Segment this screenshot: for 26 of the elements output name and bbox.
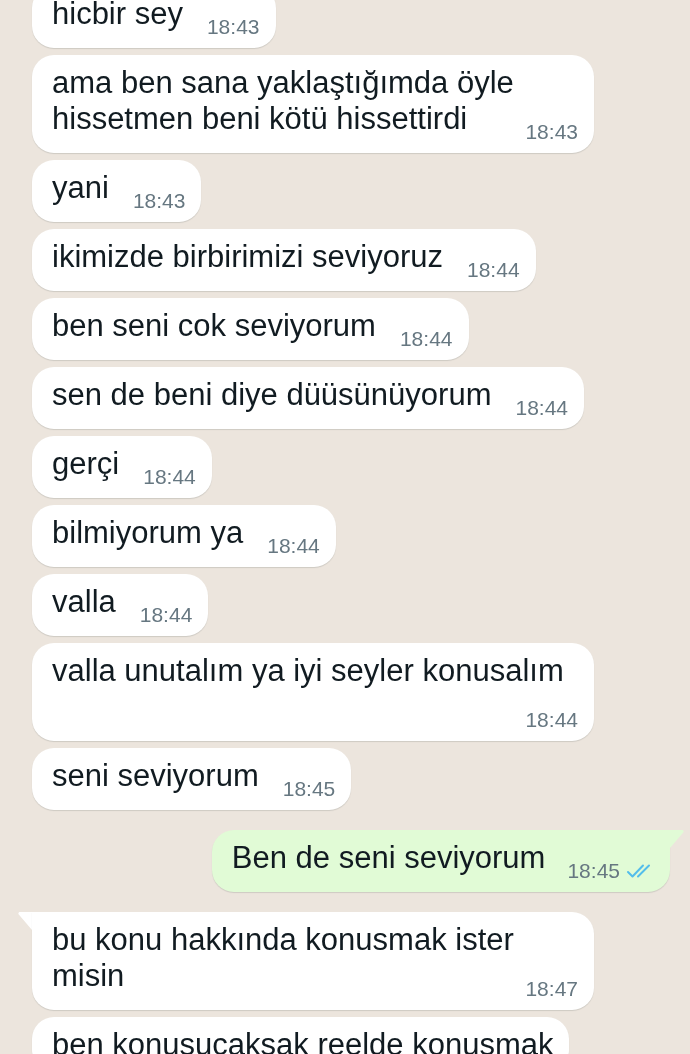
message-text: ama ben sana yaklaştığımda öyle hissetmen beni kötü hissettirdi — [52, 65, 514, 136]
message-time: 18:44 — [267, 534, 320, 558]
message-text: bu konu hakkında konusmak ister misin — [52, 922, 514, 993]
message-text: valla unutalım ya iyi seyler konusalım — [52, 653, 564, 688]
message-text: ben seni cok seviyorum — [52, 308, 376, 343]
message-text: gerçi — [52, 446, 120, 481]
message-text: ikimizde birbirimizi seviyoruz — [52, 239, 443, 274]
message-time: 18:44 — [143, 465, 196, 489]
message-time: 18:43 — [525, 120, 578, 144]
message-text: seni seviyorum — [52, 758, 259, 793]
message-text: Ben de seni seviyorum — [231, 840, 546, 875]
message-time: 18:45 — [282, 777, 336, 801]
message-time: 18:43 — [206, 15, 260, 39]
message-text: yani — [52, 170, 109, 205]
message-time: 18:44 — [525, 708, 578, 732]
message-text: sen de beni diye düüsünüyorum — [52, 377, 492, 412]
message-text: hicbir sey — [52, 0, 183, 31]
message-text: valla — [52, 584, 116, 619]
message-time: 18:45 — [567, 859, 620, 883]
message-text: bilmiyorum ya — [52, 515, 244, 550]
message-time: 18:43 — [132, 189, 186, 213]
message-time: 18:44 — [139, 603, 193, 627]
message-time: 18:47 — [525, 977, 578, 1001]
message-time: 18:44 — [467, 258, 520, 282]
message-time: 18:44 — [399, 327, 453, 351]
message-time: 18:44 — [515, 396, 569, 420]
